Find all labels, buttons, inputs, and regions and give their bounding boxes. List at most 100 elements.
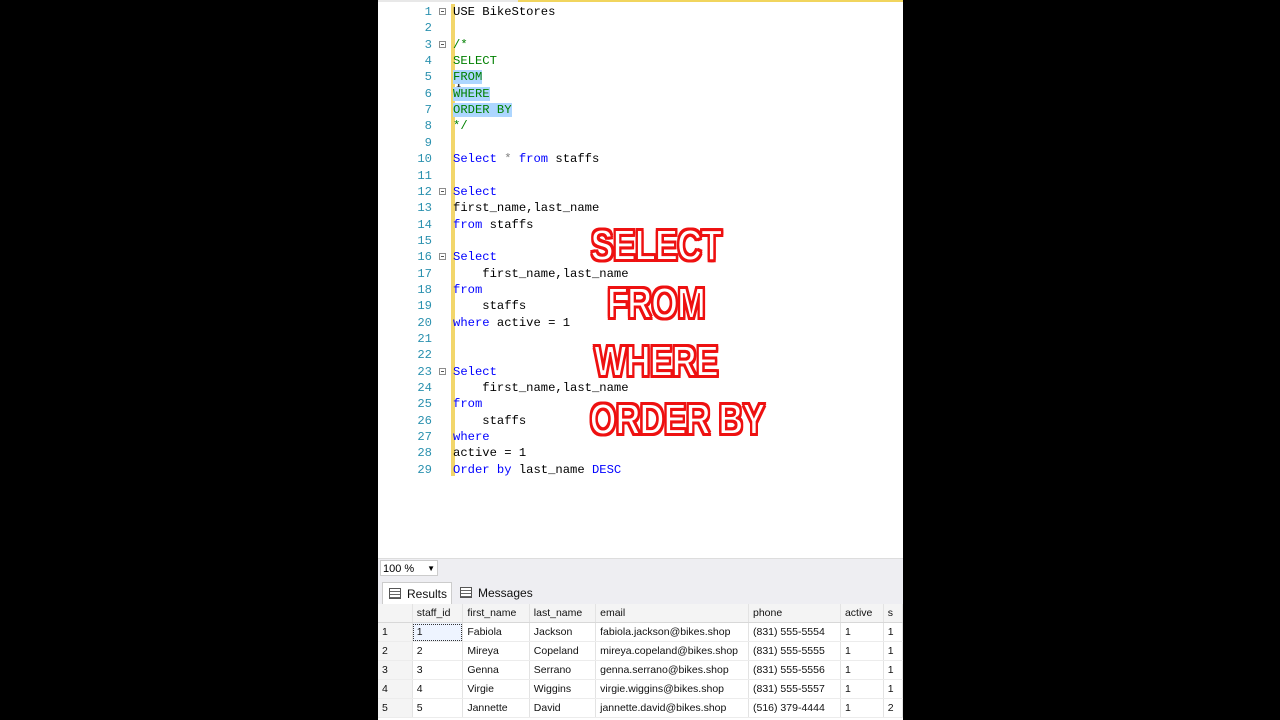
table-row[interactable]: 4 4 Virgie Wiggins virgie.wiggins@bikes.shop… xyxy=(378,679,903,699)
table-cell[interactable]: virgie.wiggins@bikes.shop xyxy=(595,679,749,699)
table-cell[interactable]: 1 xyxy=(883,660,903,680)
table-cell[interactable]: 1 xyxy=(840,660,884,680)
table-cell[interactable]: 1 xyxy=(840,698,884,718)
table-cell[interactable]: 1 xyxy=(412,622,464,642)
table-cell[interactable]: mireya.copeland@bikes.shop xyxy=(595,641,749,661)
table-cell[interactable]: 1 xyxy=(883,641,903,661)
line-number: 21 xyxy=(417,332,432,346)
collapse-icon[interactable] xyxy=(439,187,446,195)
table-row[interactable]: 2 2 Mireya Copeland mireya.copeland@bikes.sh… xyxy=(378,641,903,661)
table-cell[interactable]: (831) 555-5554 xyxy=(748,622,841,642)
code-text: Select * from staffs xyxy=(453,151,599,167)
table-cell[interactable]: 1 xyxy=(840,622,884,642)
code-line[interactable]: 13 first_name,last_name xyxy=(396,200,903,216)
table-cell[interactable]: 5 xyxy=(412,698,464,718)
table-cell[interactable]: 2 xyxy=(883,698,903,718)
line-number: 18 xyxy=(417,282,432,297)
code-line[interactable]: 5 FROM xyxy=(396,69,903,85)
code-line[interactable]: 4 SELECT xyxy=(396,53,903,69)
table-cell[interactable]: (831) 555-5555 xyxy=(748,641,841,661)
table-cell[interactable]: (831) 555-5557 xyxy=(748,679,841,699)
code-token: FROM xyxy=(453,70,483,85)
results-grid[interactable]: staff_id first_name last_name email phone act… xyxy=(378,604,903,720)
table-cell[interactable]: Genna xyxy=(462,660,530,680)
code-line[interactable]: 11 xyxy=(396,168,903,184)
collapse-icon[interactable] xyxy=(439,8,446,15)
code-token: from xyxy=(453,282,483,297)
row-number[interactable]: 4 xyxy=(378,679,413,699)
table-cell[interactable]: 3 xyxy=(412,660,464,680)
table-cell[interactable]: (831) 555-5556 xyxy=(748,660,841,680)
code-line[interactable]: 6 WHERE xyxy=(396,86,903,102)
code-token: WHERE xyxy=(453,86,490,101)
table-cell[interactable]: Virgie xyxy=(462,679,530,699)
tab-results[interactable]: Results xyxy=(382,582,452,604)
collapse-icon[interactable] xyxy=(439,253,446,261)
code-line[interactable]: 29 Order by last_name DESC xyxy=(396,462,903,478)
tab-messages[interactable]: Messages xyxy=(454,582,534,604)
table-cell[interactable]: 1 xyxy=(840,641,884,661)
code-token: staffs xyxy=(453,413,527,428)
row-number[interactable]: 2 xyxy=(378,641,413,661)
row-number[interactable]: 1 xyxy=(378,622,413,642)
table-cell[interactable]: 4 xyxy=(412,679,464,699)
zoom-dropdown[interactable]: 100 % ▼ xyxy=(380,560,438,576)
table-cell[interactable]: 2 xyxy=(412,641,464,661)
code-line[interactable]: 12 Select xyxy=(396,184,903,200)
code-token: SELECT xyxy=(453,54,497,69)
code-line[interactable]: 1 USE BikeStores xyxy=(396,4,903,20)
column-header[interactable]: first_name xyxy=(462,604,530,623)
column-header[interactable]: staff_id xyxy=(412,604,464,623)
code-token: */ xyxy=(453,119,468,134)
table-cell[interactable]: Jannette xyxy=(462,698,530,718)
table-cell[interactable]: genna.serrano@bikes.shop xyxy=(595,660,749,680)
table-cell[interactable]: 1 xyxy=(840,679,884,699)
code-token: active = 1 xyxy=(453,446,527,461)
table-cell[interactable]: Jackson xyxy=(529,622,597,642)
column-header[interactable]: last_name xyxy=(529,604,597,623)
code-line[interactable]: 3 /* xyxy=(396,37,903,53)
table-row[interactable]: 3 3 Genna Serrano genna.serrano@bikes.shop (8… xyxy=(378,660,903,680)
column-header[interactable]: s xyxy=(883,604,903,623)
table-row[interactable]: 5 5 Jannette David jannette.david@bikes.shop… xyxy=(378,698,903,718)
code-text: where xyxy=(453,429,490,445)
code-token: USE BikeStores xyxy=(453,5,556,19)
row-number[interactable]: 5 xyxy=(378,698,413,718)
code-line[interactable]: 2 xyxy=(396,20,903,36)
code-line[interactable]: 8 */ xyxy=(396,118,903,134)
row-number[interactable]: 3 xyxy=(378,660,413,680)
tab-results-label: Results xyxy=(407,587,448,601)
code-token: from xyxy=(453,217,483,232)
table-cell[interactable]: fabiola.jackson@bikes.shop xyxy=(595,622,749,642)
table-cell[interactable]: 1 xyxy=(883,679,903,699)
code-line[interactable]: 10 Select * from staffs xyxy=(396,151,903,167)
code-text: from staffs xyxy=(453,217,533,233)
code-token: Order by xyxy=(453,462,512,477)
table-cell[interactable]: David xyxy=(529,698,597,718)
code-line[interactable]: 9 xyxy=(396,135,903,151)
code-token: DESC xyxy=(591,462,622,477)
code-line[interactable]: 7 ORDER BY xyxy=(396,102,903,118)
grid-corner[interactable] xyxy=(378,604,413,623)
table-cell[interactable]: 1 xyxy=(883,622,903,642)
table-cell[interactable]: Copeland xyxy=(529,641,597,661)
column-header[interactable]: active xyxy=(840,604,884,623)
table-row[interactable]: 1 1 Fabiola Jackson fabiola.jackson@bikes.sh… xyxy=(378,622,903,642)
code-token: * xyxy=(496,152,519,167)
line-number: 9 xyxy=(424,135,432,150)
table-cell[interactable]: (516) 379-4444 xyxy=(748,698,841,718)
table-cell[interactable]: jannette.david@bikes.shop xyxy=(595,698,749,718)
collapse-icon[interactable] xyxy=(439,367,446,375)
column-header[interactable]: email xyxy=(595,604,749,623)
table-cell[interactable]: Fabiola xyxy=(462,622,530,642)
results-tabs: Results Messages xyxy=(378,578,903,604)
collapse-icon[interactable] xyxy=(439,40,446,48)
line-number: 14 xyxy=(417,217,432,232)
table-cell[interactable]: Serrano xyxy=(529,660,597,680)
table-cell[interactable]: Mireya xyxy=(462,641,530,661)
line-number: 16 xyxy=(417,250,432,265)
code-token: staffs xyxy=(453,299,527,314)
column-header[interactable]: phone xyxy=(748,604,841,623)
table-cell[interactable]: Wiggins xyxy=(529,679,597,699)
query-editor[interactable]: I 1USE BikeStores23/*4SELECT5FROM6WHERE7… xyxy=(396,2,903,558)
